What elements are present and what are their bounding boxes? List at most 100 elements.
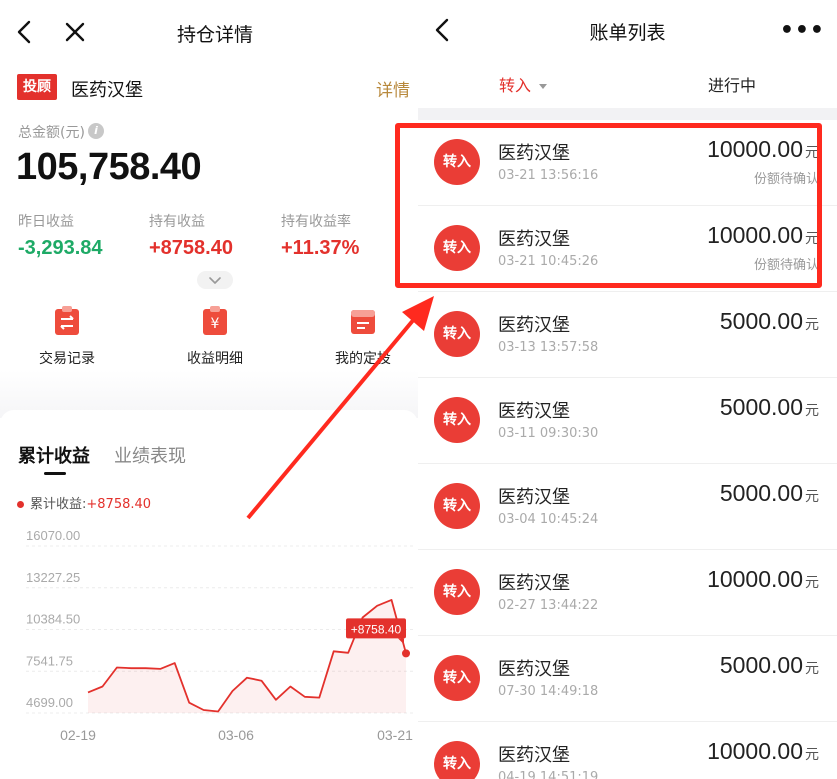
detail-link[interactable]: 详情 — [376, 76, 410, 101]
bill-amount-unit: 元 — [805, 661, 819, 677]
calendar-icon — [351, 310, 375, 334]
bill-amount: 5000.00 元 — [720, 308, 819, 335]
holding-detail-panel: 持仓详情 投顾 医药汉堡 详情 总金额(元) i 105,758.40 昨日收益… — [0, 0, 418, 779]
area-fill — [88, 599, 406, 713]
chevron-down-icon — [209, 277, 221, 284]
stat-holding-profit: 持有收益 +8758.40 — [149, 211, 233, 260]
filter-type-dropdown[interactable]: 转入 — [499, 72, 548, 96]
shortcut-label: 我的定投 — [335, 351, 391, 367]
bill-row[interactable]: 转入 医药汉堡 03-11 09:30:30 5000.00 元 — [418, 378, 837, 464]
advisor-badge: 投顾 — [17, 74, 57, 100]
stat-label: 持有收益 — [149, 214, 205, 230]
bill-time: 02-27 13:44:22 — [498, 598, 599, 613]
y-tick-label: 10384.50 — [26, 612, 80, 627]
x-tick-label: 03-21 — [377, 727, 413, 743]
shortcut-transactions[interactable]: 交易记录 — [12, 306, 122, 368]
bill-amount-unit: 元 — [805, 317, 819, 333]
svg-text:¥: ¥ — [211, 316, 220, 332]
tab-performance[interactable]: 业绩表现 — [114, 442, 186, 468]
data-point-latest — [402, 649, 410, 658]
x-tick-label: 02-19 — [60, 727, 96, 743]
caret-down-icon — [539, 84, 548, 89]
shortcut-auto-invest[interactable]: 我的定投 — [308, 306, 418, 368]
stat-value: -3,293.84 — [18, 237, 103, 259]
info-icon[interactable]: i — [88, 123, 104, 139]
bill-amount: 10000.00 元 — [707, 738, 819, 765]
transfer-in-icon: 转入 — [434, 397, 480, 443]
fund-header: 投顾 医药汉堡 详情 — [17, 74, 417, 102]
tab-underline — [44, 472, 66, 475]
y-tick-label: 16070.00 — [26, 530, 80, 543]
bill-fund-name: 医药汉堡 — [498, 659, 570, 680]
legend-value: +8758.40 — [86, 497, 152, 512]
bill-time: 03-11 09:30:30 — [498, 426, 599, 441]
bill-amount: 5000.00 元 — [720, 652, 819, 679]
legend-dot — [17, 501, 24, 508]
earnings-chart[interactable]: 16070.00 13227.25 10384.50 7541.75 4699.00 +8… — [0, 530, 418, 750]
bill-row[interactable]: 转入 医药汉堡 02-27 13:44:22 10000.00 元 — [418, 550, 837, 636]
total-amount-label: 总金额(元) — [18, 125, 85, 141]
tab-cumulative-earnings[interactable]: 累计收益 — [18, 442, 90, 468]
filter-status[interactable]: 进行中 — [708, 72, 756, 96]
yuan-icon: ¥ — [203, 306, 227, 335]
filter-type-label: 转入 — [499, 76, 532, 95]
bill-amount-unit: 元 — [805, 489, 819, 505]
shortcut-label: 交易记录 — [39, 351, 95, 367]
bill-list-header — [418, 0, 837, 108]
x-tick-label: 03-06 — [218, 727, 254, 743]
bill-amount-value: 10000.00 — [707, 738, 803, 764]
transfer-in-icon: 转入 — [434, 655, 480, 701]
stat-label: 持有收益率 — [281, 214, 351, 230]
y-tick-label: 7541.75 — [26, 653, 73, 668]
shortcut-earnings[interactable]: ¥ 收益明细 — [160, 306, 270, 368]
bill-time: 03-04 10:45:24 — [498, 512, 599, 527]
bill-amount: 5000.00 元 — [720, 394, 819, 421]
bill-amount: 5000.00 元 — [720, 480, 819, 507]
transfer-icon — [55, 306, 79, 335]
legend-label: 累计收益: — [30, 497, 87, 512]
expand-button[interactable] — [197, 271, 233, 289]
page-title: 持仓详情 — [176, 24, 253, 46]
bill-amount-value: 5000.00 — [719, 652, 803, 678]
bill-time: 03-13 13:57:58 — [498, 340, 599, 355]
bill-fund-name: 医药汉堡 — [498, 573, 570, 594]
shortcut-label: 收益明细 — [187, 351, 243, 367]
total-amount-value: 105,758.40 — [16, 146, 202, 188]
bill-amount-value: 5000.00 — [719, 480, 803, 506]
bill-row[interactable]: 转入 医药汉堡 03-13 13:57:58 5000.00 元 — [418, 292, 837, 378]
bill-amount-unit: 元 — [805, 747, 819, 763]
more-icon[interactable]: ••• — [780, 18, 825, 43]
bill-amount-unit: 元 — [805, 403, 819, 419]
transfer-in-icon: 转入 — [434, 311, 480, 357]
bill-time: 04-19 14:51:19 — [498, 770, 599, 779]
bill-amount-value: 5000.00 — [719, 308, 803, 334]
bill-list-panel: 账单列表 ••• 转入 进行中 转入 医药汉堡 03-21 13:56:16 1000… — [418, 0, 837, 779]
page-title: 账单列表 — [589, 22, 666, 44]
highlight-box — [395, 123, 822, 288]
transfer-in-icon: 转入 — [434, 569, 480, 615]
bill-row[interactable]: 转入 医药汉堡 03-04 10:45:24 5000.00 元 — [418, 464, 837, 550]
bill-fund-name: 医药汉堡 — [498, 745, 570, 766]
bill-amount-value: 5000.00 — [719, 394, 803, 420]
y-tick-label: 13227.25 — [26, 570, 80, 585]
stat-holding-rate: 持有收益率 +11.37% — [281, 211, 359, 260]
fund-name: 医药汉堡 — [71, 80, 143, 101]
bill-amount-value: 10000.00 — [707, 566, 803, 592]
bill-row[interactable]: 转入 医药汉堡 04-19 14:51:19 10000.00 元 — [418, 722, 837, 779]
y-tick-label: 4699.00 — [26, 695, 73, 710]
stat-value: +8758.40 — [149, 237, 233, 259]
stat-yesterday: 昨日收益 -3,293.84 — [18, 211, 103, 260]
bill-amount: 10000.00 元 — [707, 566, 819, 593]
bill-fund-name: 医药汉堡 — [498, 401, 570, 422]
bill-time: 07-30 14:49:18 — [498, 684, 599, 699]
stat-label: 昨日收益 — [18, 214, 74, 230]
bill-amount-unit: 元 — [805, 575, 819, 591]
chart-legend: 累计收益:+8758.40 — [17, 493, 151, 512]
stat-value: +11.37% — [281, 237, 360, 259]
bill-fund-name: 医药汉堡 — [498, 315, 570, 336]
bill-row[interactable]: 转入 医药汉堡 07-30 14:49:18 5000.00 元 — [418, 636, 837, 722]
transfer-in-icon: 转入 — [434, 483, 480, 529]
tooltip-text: +8758.40 — [351, 622, 402, 636]
transfer-in-icon: 转入 — [434, 741, 480, 779]
bill-fund-name: 医药汉堡 — [498, 487, 570, 508]
